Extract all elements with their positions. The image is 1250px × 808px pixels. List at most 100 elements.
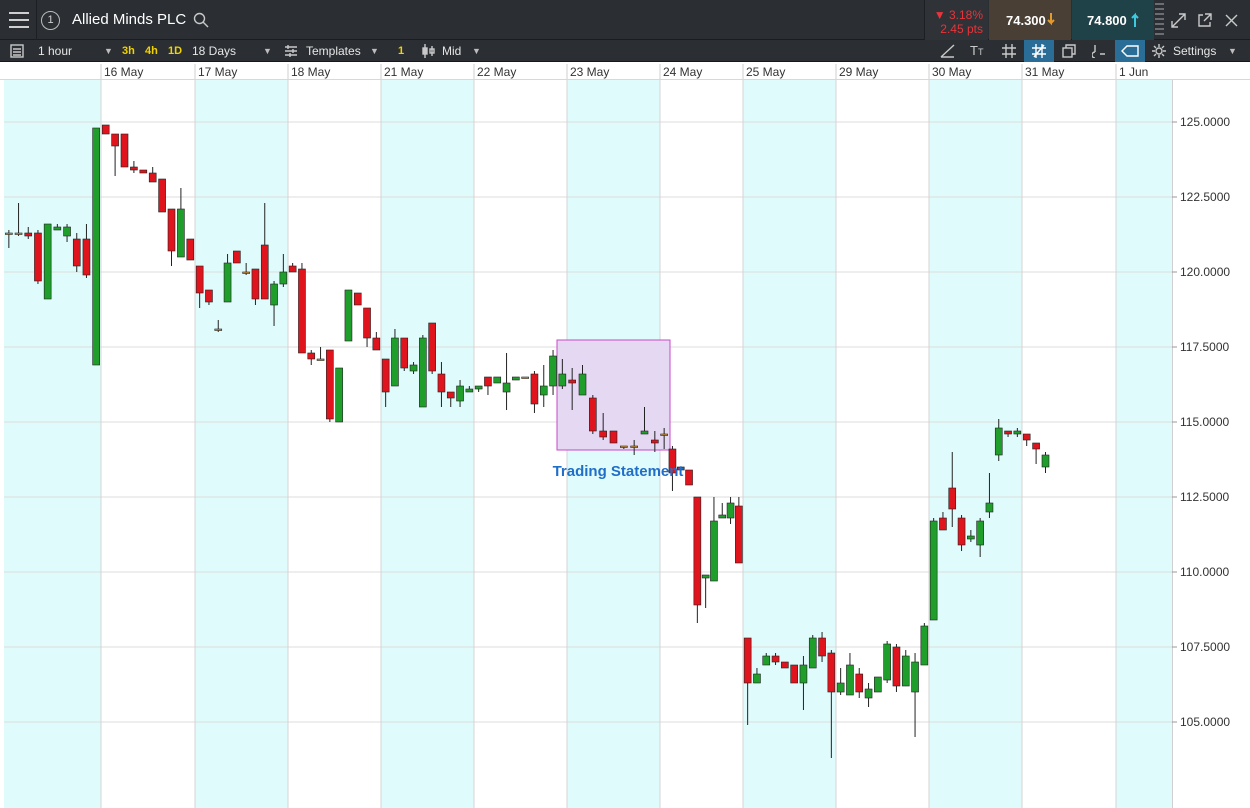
candle[interactable] [846,653,854,696]
candle[interactable] [148,167,157,183]
candle-body [630,445,638,448]
buy-button[interactable]: 74.800 [1072,0,1154,40]
candle[interactable] [549,350,557,395]
expand-icon[interactable] [1171,13,1186,28]
candle[interactable] [307,350,316,365]
candle[interactable] [693,496,702,623]
candle[interactable] [72,233,81,272]
candle[interactable] [326,349,334,422]
templates-button[interactable]: Templates ▼ [280,40,386,62]
candle[interactable] [335,367,343,423]
scroll-handle[interactable] [1155,3,1164,37]
price-type-select[interactable]: Mid ▼ [418,40,488,62]
gear-icon[interactable] [1152,44,1166,58]
candle[interactable] [892,644,901,692]
candle[interactable] [929,518,938,621]
pin-icon[interactable] [1092,44,1106,58]
candle[interactable] [298,263,306,354]
candle[interactable] [874,676,882,693]
candle[interactable] [701,574,710,608]
candle[interactable] [502,353,511,410]
candle[interactable] [493,376,502,384]
indicator-count[interactable]: 1 [398,40,404,62]
instrument-number-badge[interactable]: 1 [41,11,60,30]
candle[interactable] [344,289,353,342]
draw-line-icon[interactable] [940,44,955,58]
candle[interactable] [710,497,718,582]
candle[interactable] [901,650,910,687]
candle[interactable] [177,188,185,258]
candle[interactable] [167,208,176,266]
candle[interactable] [400,337,409,371]
candle[interactable] [34,230,42,284]
settings-button[interactable]: Settings [1173,40,1216,62]
range-select[interactable]: 18 Days ▼ [186,40,276,62]
list-icon[interactable] [10,44,24,58]
candle[interactable] [539,365,548,407]
candle[interactable] [120,133,129,168]
tag-button[interactable] [1115,40,1145,62]
menu-icon[interactable] [9,12,29,28]
candle[interactable] [521,376,529,379]
candle[interactable] [484,376,492,395]
close-icon[interactable] [1225,14,1238,27]
interval-3h[interactable]: 3h [122,40,135,62]
candle[interactable] [530,371,539,413]
candle[interactable] [288,263,297,273]
candle[interactable] [808,635,817,669]
candle[interactable] [1022,433,1031,446]
candle-body [568,379,576,384]
candle[interactable] [855,668,864,698]
candle[interactable] [101,124,110,135]
price-chart[interactable]: 16 May 17 May 18 May 21 May 22 May 23 May 24 M… [0,62,1250,808]
candle[interactable] [474,385,483,392]
candle[interactable] [735,497,743,564]
candle[interactable] [233,250,241,264]
candle[interactable] [685,469,693,486]
candle[interactable] [718,503,727,519]
candle[interactable] [836,668,845,695]
candle[interactable] [111,133,119,176]
trading-statement-label[interactable]: Trading Statement [553,463,684,480]
candle-body [363,307,371,339]
candle[interactable] [353,292,362,306]
layers-icon[interactable] [1062,44,1076,58]
chevron-down-icon[interactable]: ▼ [1228,40,1237,62]
candle[interactable] [158,178,166,213]
candle-body [177,208,185,258]
candle[interactable] [512,376,520,381]
candle[interactable] [372,332,381,351]
candle[interactable] [428,322,436,374]
candle[interactable] [781,661,789,669]
candle[interactable] [609,430,618,444]
candle[interactable] [911,653,919,737]
candle[interactable] [790,664,798,684]
candle[interactable] [186,238,195,261]
text-icon[interactable]: TT [970,40,983,63]
crosshair-button[interactable] [1024,40,1054,62]
candle[interactable] [920,623,929,666]
candle[interactable] [1041,452,1050,473]
candle[interactable] [589,395,597,434]
y-tick-label: 107.5000 [1180,640,1230,654]
popout-icon[interactable] [1197,13,1212,28]
candle[interactable] [864,683,873,707]
candle[interactable] [139,169,148,174]
candle[interactable] [43,223,52,300]
candle[interactable] [726,497,735,524]
interval-select[interactable]: 1 hour ▼ [32,40,116,62]
candle[interactable] [363,307,371,347]
candle[interactable] [1032,442,1040,464]
sell-button[interactable]: 74.300 [989,0,1071,40]
instrument-name[interactable]: Allied Minds PLC [72,11,186,28]
candle[interactable] [883,641,891,683]
search-icon[interactable] [193,12,209,28]
interval-1d[interactable]: 1D [168,40,182,62]
candle-body [771,655,780,663]
grid-icon[interactable] [1002,44,1016,58]
interval-4h[interactable]: 4h [145,40,158,62]
candle[interactable] [316,347,325,361]
candle[interactable] [92,127,100,366]
candle[interactable] [419,335,427,408]
candle[interactable] [130,161,138,173]
